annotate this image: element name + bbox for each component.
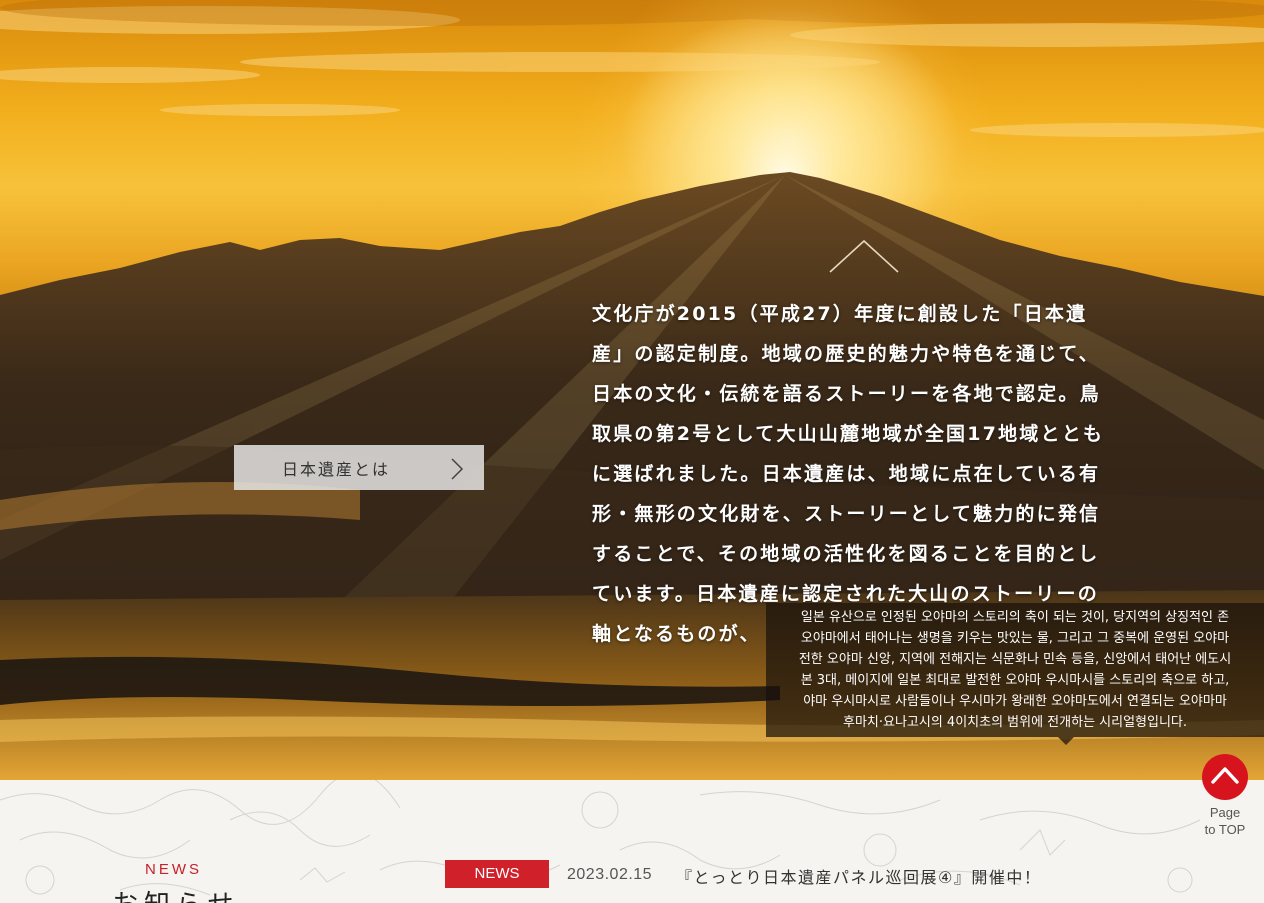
page-top-button[interactable]: Page to TOP xyxy=(1198,754,1252,844)
hero-section: 文化庁が2015（平成27）年度に創設した「日本遺 産」の認定制度。地域の歴史的… xyxy=(0,0,1264,780)
page-top-label-line2: to TOP xyxy=(1204,822,1246,837)
hero-intro-text: 文化庁が2015（平成27）年度に創設した「日本遺 産」の認定制度。地域の歴史的… xyxy=(592,294,1122,654)
tooltip-line: 야마 우시마시로 사람들이나 우시마가 왕래한 오야마도에서 연결되는 오야마마 xyxy=(803,694,1227,709)
intro-line: 産」の認定制度。地域の歴史的魅力や特色を通じて、 xyxy=(592,343,1100,365)
tooltip-line: 후마치·요나고시의 4이치초의 범위에 전개하는 시리얼형입니다. xyxy=(842,715,1188,730)
news-section-label: NEWS xyxy=(145,861,202,878)
news-date: 2023.02.15 xyxy=(567,866,653,883)
chevron-up-icon xyxy=(1211,767,1239,784)
tooltip-line: 오야마에서 태어나는 생명을 키우는 맛있는 물, 그리고 그 중복에 운영된 … xyxy=(800,631,1230,646)
page-top-circle xyxy=(1202,754,1248,800)
tooltip-line: 일본 유산으로 인정된 오야마의 스토리의 축이 되는 것이, 당지역의 상징적… xyxy=(800,610,1230,625)
intro-line: 日本の文化・伝統を語るストーリーを各地で認定。鳥 xyxy=(592,383,1101,405)
intro-line: 文化庁が2015（平成27）年度に創設した「日本遺 xyxy=(592,303,1088,325)
intro-line: 形・無形の文化財を、ストーリーとして魅力的に発信 xyxy=(592,503,1101,525)
about-japan-heritage-button[interactable]: 日本遺産とは xyxy=(234,445,484,490)
tooltip-pointer xyxy=(1058,737,1074,745)
tooltip-line: 본 3대, 메이지에 일본 최대로 발전한 오야마 우시마시를 스토리의 축으로… xyxy=(800,673,1230,688)
intro-line: 軸となるものが、 xyxy=(592,623,761,645)
scroll-up-chevron-icon[interactable] xyxy=(828,238,900,274)
news-item-link[interactable]: 『とっとり日本遺産パネル巡回展④』開催中！ xyxy=(676,864,1041,888)
news-section-heading: お知らせ xyxy=(112,884,239,903)
chevron-right-icon xyxy=(451,458,464,480)
intro-line: ています。日本遺産に認定された大山のストーリーの xyxy=(592,583,1099,605)
about-button-label: 日本遺産とは xyxy=(282,460,391,479)
page-top-label-line1: Page xyxy=(1209,805,1241,820)
page-top-label: Page to TOP xyxy=(1198,804,1252,838)
intro-line: 取県の第2号として大山山麓地域が全国17地域ととも xyxy=(592,423,1105,445)
news-category-badge: NEWS xyxy=(445,860,549,888)
translation-tooltip: 일본 유산으로 인정된 오야마의 스토리의 축이 되는 것이, 당지역의 상징적… xyxy=(766,603,1264,737)
intro-line: することで、その地域の活性化を図ることを目的とし xyxy=(592,543,1100,565)
tooltip-line: 전한 오야마 신앙, 지역에 전해지는 식문화나 민속 등을, 신앙에서 태어난… xyxy=(798,652,1232,667)
intro-line: に選ばれました。日本遺産は、地域に点在している有 xyxy=(592,463,1101,485)
